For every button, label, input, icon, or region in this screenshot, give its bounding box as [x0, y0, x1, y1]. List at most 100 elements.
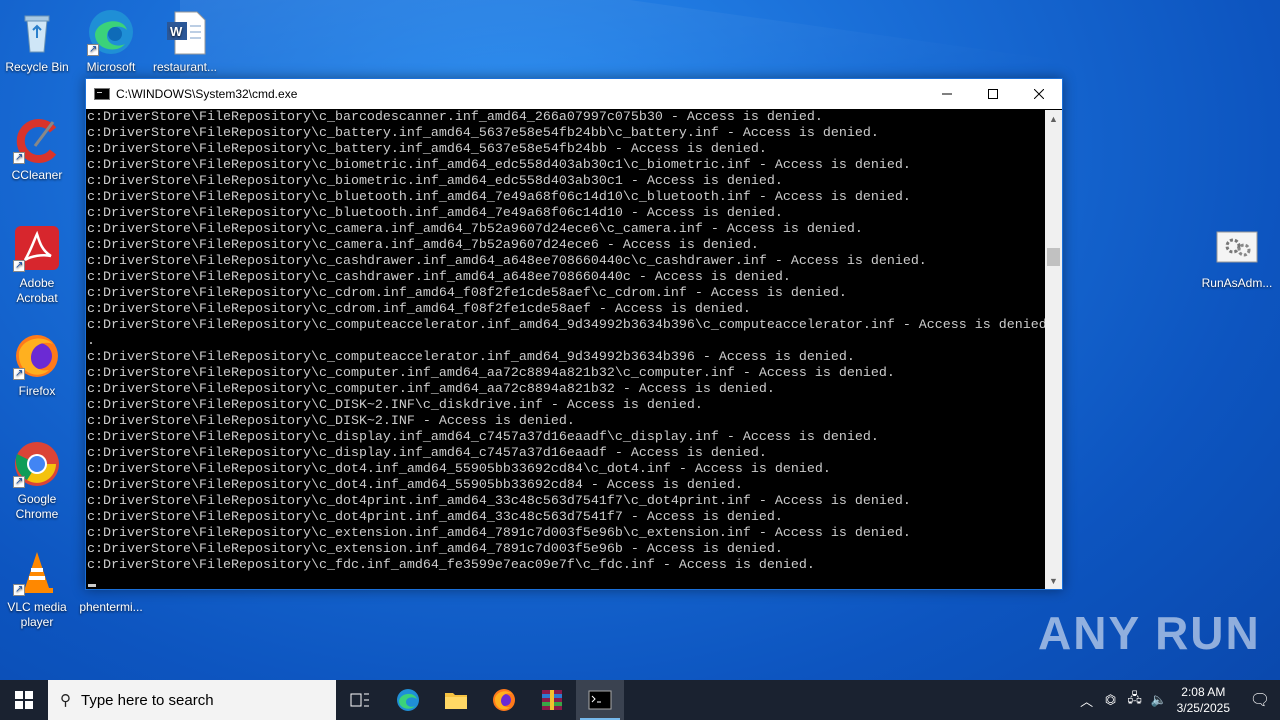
scroll-thumb[interactable]	[1047, 248, 1060, 266]
console-line: c:DriverStore\FileRepository\c_bluetooth…	[87, 206, 783, 221]
desktop-icon-label: CCleaner	[11, 168, 63, 182]
notification-center-icon[interactable]: 🗨	[1240, 690, 1280, 710]
desktop-icon-word-doc[interactable]: W restaurant...	[148, 8, 222, 75]
maximize-button[interactable]	[970, 79, 1016, 109]
desktop-icon-runasadmin[interactable]: RunAsAdm...	[1200, 224, 1274, 291]
firefox-icon	[13, 332, 61, 381]
taskbar-firefox[interactable]	[480, 680, 528, 720]
close-icon	[1034, 89, 1044, 99]
settings-file-icon	[1213, 224, 1261, 272]
folder-icon	[445, 693, 467, 709]
task-view-icon	[350, 693, 369, 707]
desktop-icon-label: RunAsAdm...	[1201, 276, 1273, 290]
clock-date: 3/25/2025	[1176, 701, 1230, 715]
console-line: c:DriverStore\FileRepository\c_cashdrawe…	[87, 270, 791, 285]
winrar-icon	[542, 690, 562, 710]
taskbar-winrar[interactable]	[528, 680, 576, 720]
console-line: c:DriverStore\FileRepository\c_dot4.inf_…	[87, 462, 831, 477]
console-line: c:DriverStore\FileRepository\c_cdrom.inf…	[87, 286, 847, 301]
search-icon: ⚲	[60, 692, 71, 709]
console-line: c:DriverStore\FileRepository\c_dot4print…	[87, 494, 911, 509]
task-view-button[interactable]	[336, 680, 384, 720]
start-button[interactable]	[0, 680, 48, 720]
search-placeholder: Type here to search	[81, 691, 214, 709]
shortcut-arrow-icon	[13, 150, 25, 165]
desktop-icon-recycle-bin[interactable]: Recycle Bin	[0, 8, 74, 75]
meet-now-icon[interactable]: ⏣	[1099, 692, 1123, 708]
cmd-icon	[94, 88, 110, 100]
desktop-icon-firefox[interactable]: Firefox	[0, 332, 74, 399]
shortcut-arrow-icon	[87, 42, 99, 57]
svg-text:W: W	[170, 24, 183, 39]
console-line: c:DriverStore\FileRepository\c_computeac…	[87, 318, 1046, 333]
scroll-up-icon[interactable]: ▲	[1045, 110, 1062, 127]
taskbar-cmd[interactable]	[576, 680, 624, 720]
desktop-icon-label: Google Chrome	[15, 492, 59, 521]
console-line: c:DriverStore\FileRepository\c_camera.in…	[87, 222, 863, 237]
console-line: c:DriverStore\FileRepository\c_biometric…	[87, 158, 911, 173]
console-line: c:DriverStore\FileRepository\c_computer.…	[87, 382, 775, 397]
text-cursor	[88, 584, 96, 587]
edge-icon	[87, 8, 135, 57]
console-line: c:DriverStore\FileRepository\c_dot4.inf_…	[87, 478, 743, 493]
shortcut-arrow-icon	[13, 258, 25, 273]
word-document-icon: W	[161, 8, 209, 56]
taskbar-file-explorer[interactable]	[432, 680, 480, 720]
recycle-bin-icon	[13, 8, 61, 56]
console-line: c:DriverStore\FileRepository\c_computeac…	[87, 350, 855, 365]
desktop-icon-label: Firefox	[18, 384, 56, 398]
maximize-icon	[988, 89, 998, 99]
minimize-icon	[942, 93, 952, 95]
network-icon[interactable]: 🖧	[1123, 689, 1147, 711]
taskbar-edge[interactable]	[384, 680, 432, 720]
volume-icon[interactable]: 🔈	[1147, 692, 1171, 708]
desktop-icon-edge[interactable]: Microsoft Edge	[74, 8, 148, 75]
console-line: c:DriverStore\FileRepository\c_cdrom.inf…	[87, 302, 751, 317]
console-line: c:DriverStore\FileRepository\c_display.i…	[87, 430, 879, 445]
console-line: c:DriverStore\FileRepository\c_display.i…	[87, 446, 767, 461]
console-line: c:DriverStore\FileRepository\c_biometric…	[87, 174, 783, 189]
vertical-scrollbar[interactable]: ▲ ▼	[1045, 110, 1062, 589]
console-line: c:DriverStore\FileRepository\c_barcodesc…	[87, 110, 823, 125]
console-line: c:DriverStore\FileRepository\c_bluetooth…	[87, 190, 911, 205]
cmd-window[interactable]: C:\WINDOWS\System32\cmd.exe c:DriverStor…	[85, 78, 1063, 590]
ccleaner-icon	[13, 116, 61, 165]
desktop-icon-label: Adobe Acrobat	[16, 276, 58, 305]
desktop-icon-label: VLC media player	[7, 600, 67, 629]
adobe-acrobat-icon	[13, 224, 61, 273]
window-titlebar[interactable]: C:\WINDOWS\System32\cmd.exe	[86, 79, 1062, 109]
console-output[interactable]: c:DriverStore\FileRepository\c_barcodesc…	[86, 110, 1046, 589]
close-button[interactable]	[1016, 79, 1062, 109]
console-line: c:DriverStore\FileRepository\c_cashdrawe…	[87, 254, 927, 269]
chevron-up-icon[interactable]: ︿	[1075, 691, 1099, 710]
clock-time: 2:08 AM	[1181, 685, 1226, 699]
firefox-icon	[493, 689, 515, 711]
clock[interactable]: 2:08 AM 3/25/2025	[1177, 684, 1230, 716]
console-line: c:DriverStore\FileRepository\c_battery.i…	[87, 142, 767, 157]
desktop-icon-vlc[interactable]: VLC media player	[0, 548, 74, 630]
shortcut-arrow-icon	[13, 582, 25, 597]
chrome-icon	[13, 440, 61, 489]
windows-logo-icon	[15, 691, 33, 709]
desktop-icon-chrome[interactable]: Google Chrome	[0, 440, 74, 522]
window-title: C:\WINDOWS\System32\cmd.exe	[116, 87, 298, 101]
minimize-button[interactable]	[924, 79, 970, 109]
desktop-icon-adobe-acrobat[interactable]: Adobe Acrobat	[0, 224, 74, 306]
console-line: c:DriverStore\FileRepository\c_extension…	[87, 542, 783, 557]
shortcut-arrow-icon	[13, 366, 25, 381]
console-line: .	[87, 334, 95, 349]
watermark-text: ANY RUN	[1038, 607, 1261, 659]
taskbar-search-box[interactable]: ⚲ Type here to search	[48, 680, 336, 720]
shortcut-arrow-icon	[13, 474, 25, 489]
console-line: c:DriverStore\FileRepository\c_camera.in…	[87, 238, 759, 253]
edge-icon	[397, 689, 419, 711]
system-tray: ︿ ⏣ 🖧 🔈 2:08 AM 3/25/2025 🗨	[1075, 680, 1280, 720]
console-line: c:DriverStore\FileRepository\c_dot4print…	[87, 510, 783, 525]
desktop-icon-label: Microsoft Edge	[86, 60, 136, 74]
desktop-icon-label: restaurant...	[152, 60, 218, 74]
taskbar: ⚲ Type here to search ︿ ⏣ 🖧 🔈 2:08 AM 3/…	[0, 680, 1280, 720]
vlc-cone-icon	[13, 548, 61, 597]
scroll-down-icon[interactable]: ▼	[1045, 572, 1062, 589]
desktop-icon-ccleaner[interactable]: CCleaner	[0, 116, 74, 183]
cmd-icon	[588, 690, 612, 710]
